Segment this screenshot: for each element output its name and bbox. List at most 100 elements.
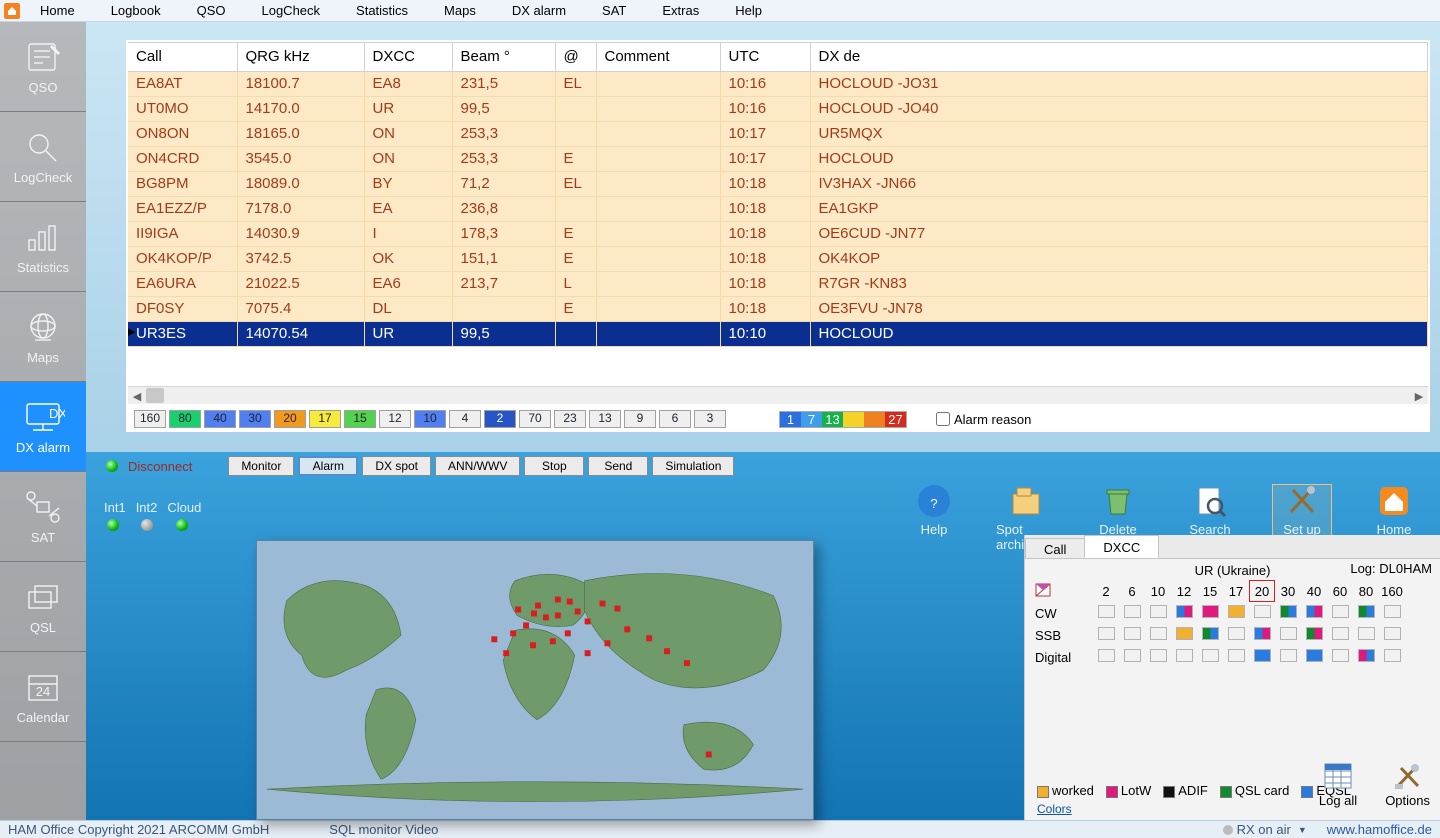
scrollbar-horizontal[interactable]: ◀ ▶ xyxy=(128,386,1428,404)
col-header[interactable]: Comment xyxy=(596,43,720,72)
matrix-cell[interactable] xyxy=(1150,627,1167,640)
band-button-3[interactable]: 3 xyxy=(694,410,726,428)
band-button-40[interactable]: 40 xyxy=(204,410,236,428)
band-button-4[interactable]: 4 xyxy=(449,410,481,428)
table-row[interactable]: II9IGA14030.9I178,3E10:18OE6CUD -JN77 xyxy=(128,222,1428,247)
band-button-6[interactable]: 6 xyxy=(659,410,691,428)
table-row[interactable]: EA8AT18100.7EA8231,5EL10:16HOCLOUD -JO31 xyxy=(128,72,1428,97)
band-button-10[interactable]: 10 xyxy=(414,410,446,428)
menu-help[interactable]: Help xyxy=(717,1,780,20)
col-header[interactable]: Call xyxy=(128,43,237,72)
matrix-cell[interactable] xyxy=(1176,627,1193,640)
toolbar-button-simulation[interactable]: Simulation xyxy=(652,456,734,476)
dropdown-icon[interactable]: ▼ xyxy=(1298,825,1307,835)
matrix-cell[interactable] xyxy=(1098,605,1115,618)
matrix-cell[interactable] xyxy=(1202,649,1219,662)
band-button-17[interactable]: 17 xyxy=(309,410,341,428)
matrix-cell[interactable] xyxy=(1280,649,1297,662)
sidebar-item-qsl[interactable]: QSL xyxy=(0,562,86,652)
matrix-cell[interactable] xyxy=(1254,605,1271,618)
matrix-cell[interactable] xyxy=(1202,605,1219,618)
toolbar-button-alarm[interactable]: Alarm xyxy=(298,456,358,476)
band-button-160[interactable]: 160 xyxy=(134,410,166,428)
col-header[interactable]: Beam ° xyxy=(452,43,555,72)
matrix-cell[interactable] xyxy=(1280,627,1297,640)
scroll-thumb[interactable] xyxy=(146,388,164,403)
band-button-15[interactable]: 15 xyxy=(344,410,376,428)
matrix-cell[interactable] xyxy=(1254,649,1271,662)
matrix-cell[interactable] xyxy=(1176,605,1193,618)
band-button-30[interactable]: 30 xyxy=(239,410,271,428)
menu-logcheck[interactable]: LogCheck xyxy=(243,1,338,20)
spot-table[interactable]: CallQRG kHzDXCCBeam °@CommentUTCDX deEA8… xyxy=(128,42,1428,347)
scroll-left-icon[interactable]: ◀ xyxy=(128,387,146,405)
matrix-cell[interactable] xyxy=(1150,605,1167,618)
matrix-cell[interactable] xyxy=(1384,627,1401,640)
sidebar-item-dx-alarm[interactable]: DXDX alarm xyxy=(0,382,86,472)
matrix-cell[interactable] xyxy=(1384,605,1401,618)
band-button-13[interactable]: 13 xyxy=(589,410,621,428)
toolbar-button-stop[interactable]: Stop xyxy=(524,456,584,476)
scroll-right-icon[interactable]: ▶ xyxy=(1410,387,1428,405)
disconnect-link[interactable]: Disconnect xyxy=(128,459,192,474)
world-map[interactable] xyxy=(256,540,814,820)
menu-statistics[interactable]: Statistics xyxy=(338,1,426,20)
matrix-cell[interactable] xyxy=(1098,649,1115,662)
menu-sat[interactable]: SAT xyxy=(584,1,644,20)
matrix-cell[interactable] xyxy=(1280,605,1297,618)
band-button-80[interactable]: 80 xyxy=(169,410,201,428)
toolbar-button-dx-spot[interactable]: DX spot xyxy=(362,456,431,476)
table-row[interactable]: BG8PM18089.0BY71,2EL10:18IV3HAX -JN66 xyxy=(128,172,1428,197)
matrix-cell[interactable] xyxy=(1358,605,1375,618)
toolbar-button-monitor[interactable]: Monitor xyxy=(228,456,294,476)
bigicon-help[interactable]: ?Help xyxy=(904,484,964,552)
sidebar-item-qso[interactable]: QSO xyxy=(0,22,86,112)
sidebar-item-sat[interactable]: SAT xyxy=(0,472,86,562)
menu-qso[interactable]: QSO xyxy=(179,1,244,20)
menu-maps[interactable]: Maps xyxy=(426,1,494,20)
band-button-20[interactable]: 20 xyxy=(274,410,306,428)
menu-dxalarm[interactable]: DX alarm xyxy=(494,1,584,20)
matrix-cell[interactable] xyxy=(1358,627,1375,640)
matrix-cell[interactable] xyxy=(1332,605,1349,618)
menu-extras[interactable]: Extras xyxy=(644,1,717,20)
band-button-70[interactable]: 70 xyxy=(519,410,551,428)
matrix-cell[interactable] xyxy=(1098,627,1115,640)
sidebar-item-statistics[interactable]: Statistics xyxy=(0,202,86,292)
matrix-cell[interactable] xyxy=(1332,649,1349,662)
log-all-button[interactable]: Log all xyxy=(1319,762,1357,808)
table-row[interactable]: EA1EZZ/P7178.0EA236,810:18EA1GKP xyxy=(128,197,1428,222)
matrix-cell[interactable] xyxy=(1306,649,1323,662)
table-row[interactable]: ▶UR3ES14070.54UR99,510:10HOCLOUD xyxy=(128,322,1428,347)
tab-call[interactable]: Call xyxy=(1025,538,1085,558)
matrix-cell[interactable] xyxy=(1202,627,1219,640)
options-button[interactable]: Options xyxy=(1385,762,1430,808)
band-button-2[interactable]: 2 xyxy=(484,410,516,428)
band-button-23[interactable]: 23 xyxy=(554,410,586,428)
table-row[interactable]: ON8ON18165.0ON253,310:17UR5MQX xyxy=(128,122,1428,147)
sidebar-item-maps[interactable]: Maps xyxy=(0,292,86,382)
toolbar-button-ann-wwv[interactable]: ANN/WWV xyxy=(435,456,520,476)
matrix-cell[interactable] xyxy=(1124,627,1141,640)
matrix-cell[interactable] xyxy=(1306,605,1323,618)
matrix-cell[interactable] xyxy=(1228,605,1245,618)
col-header[interactable]: @ xyxy=(555,43,596,72)
sidebar-item-logcheck[interactable]: LogCheck xyxy=(0,112,86,202)
matrix-cell[interactable] xyxy=(1228,627,1245,640)
matrix-cell[interactable] xyxy=(1358,649,1375,662)
alarm-reason-checkbox[interactable]: Alarm reason xyxy=(936,412,1031,427)
website-link[interactable]: www.hamoffice.de xyxy=(1327,822,1432,837)
matrix-cell[interactable] xyxy=(1228,649,1245,662)
toolbar-button-send[interactable]: Send xyxy=(588,456,648,476)
table-row[interactable]: OK4KOP/P3742.5OK151,1E10:18OK4KOP xyxy=(128,247,1428,272)
table-row[interactable]: DF0SY7075.4DLE10:18OE3FVU -JN78 xyxy=(128,297,1428,322)
sidebar-item-calendar[interactable]: 24Calendar xyxy=(0,652,86,742)
band-button-12[interactable]: 12 xyxy=(379,410,411,428)
matrix-cell[interactable] xyxy=(1332,627,1349,640)
menu-home[interactable]: Home xyxy=(22,1,93,20)
menu-logbook[interactable]: Logbook xyxy=(93,1,179,20)
matrix-cell[interactable] xyxy=(1384,649,1401,662)
table-row[interactable]: EA6URA21022.5EA6213,7L10:18R7GR -KN83 xyxy=(128,272,1428,297)
band-button-9[interactable]: 9 xyxy=(624,410,656,428)
table-row[interactable]: ON4CRD3545.0ON253,3E10:17HOCLOUD xyxy=(128,147,1428,172)
